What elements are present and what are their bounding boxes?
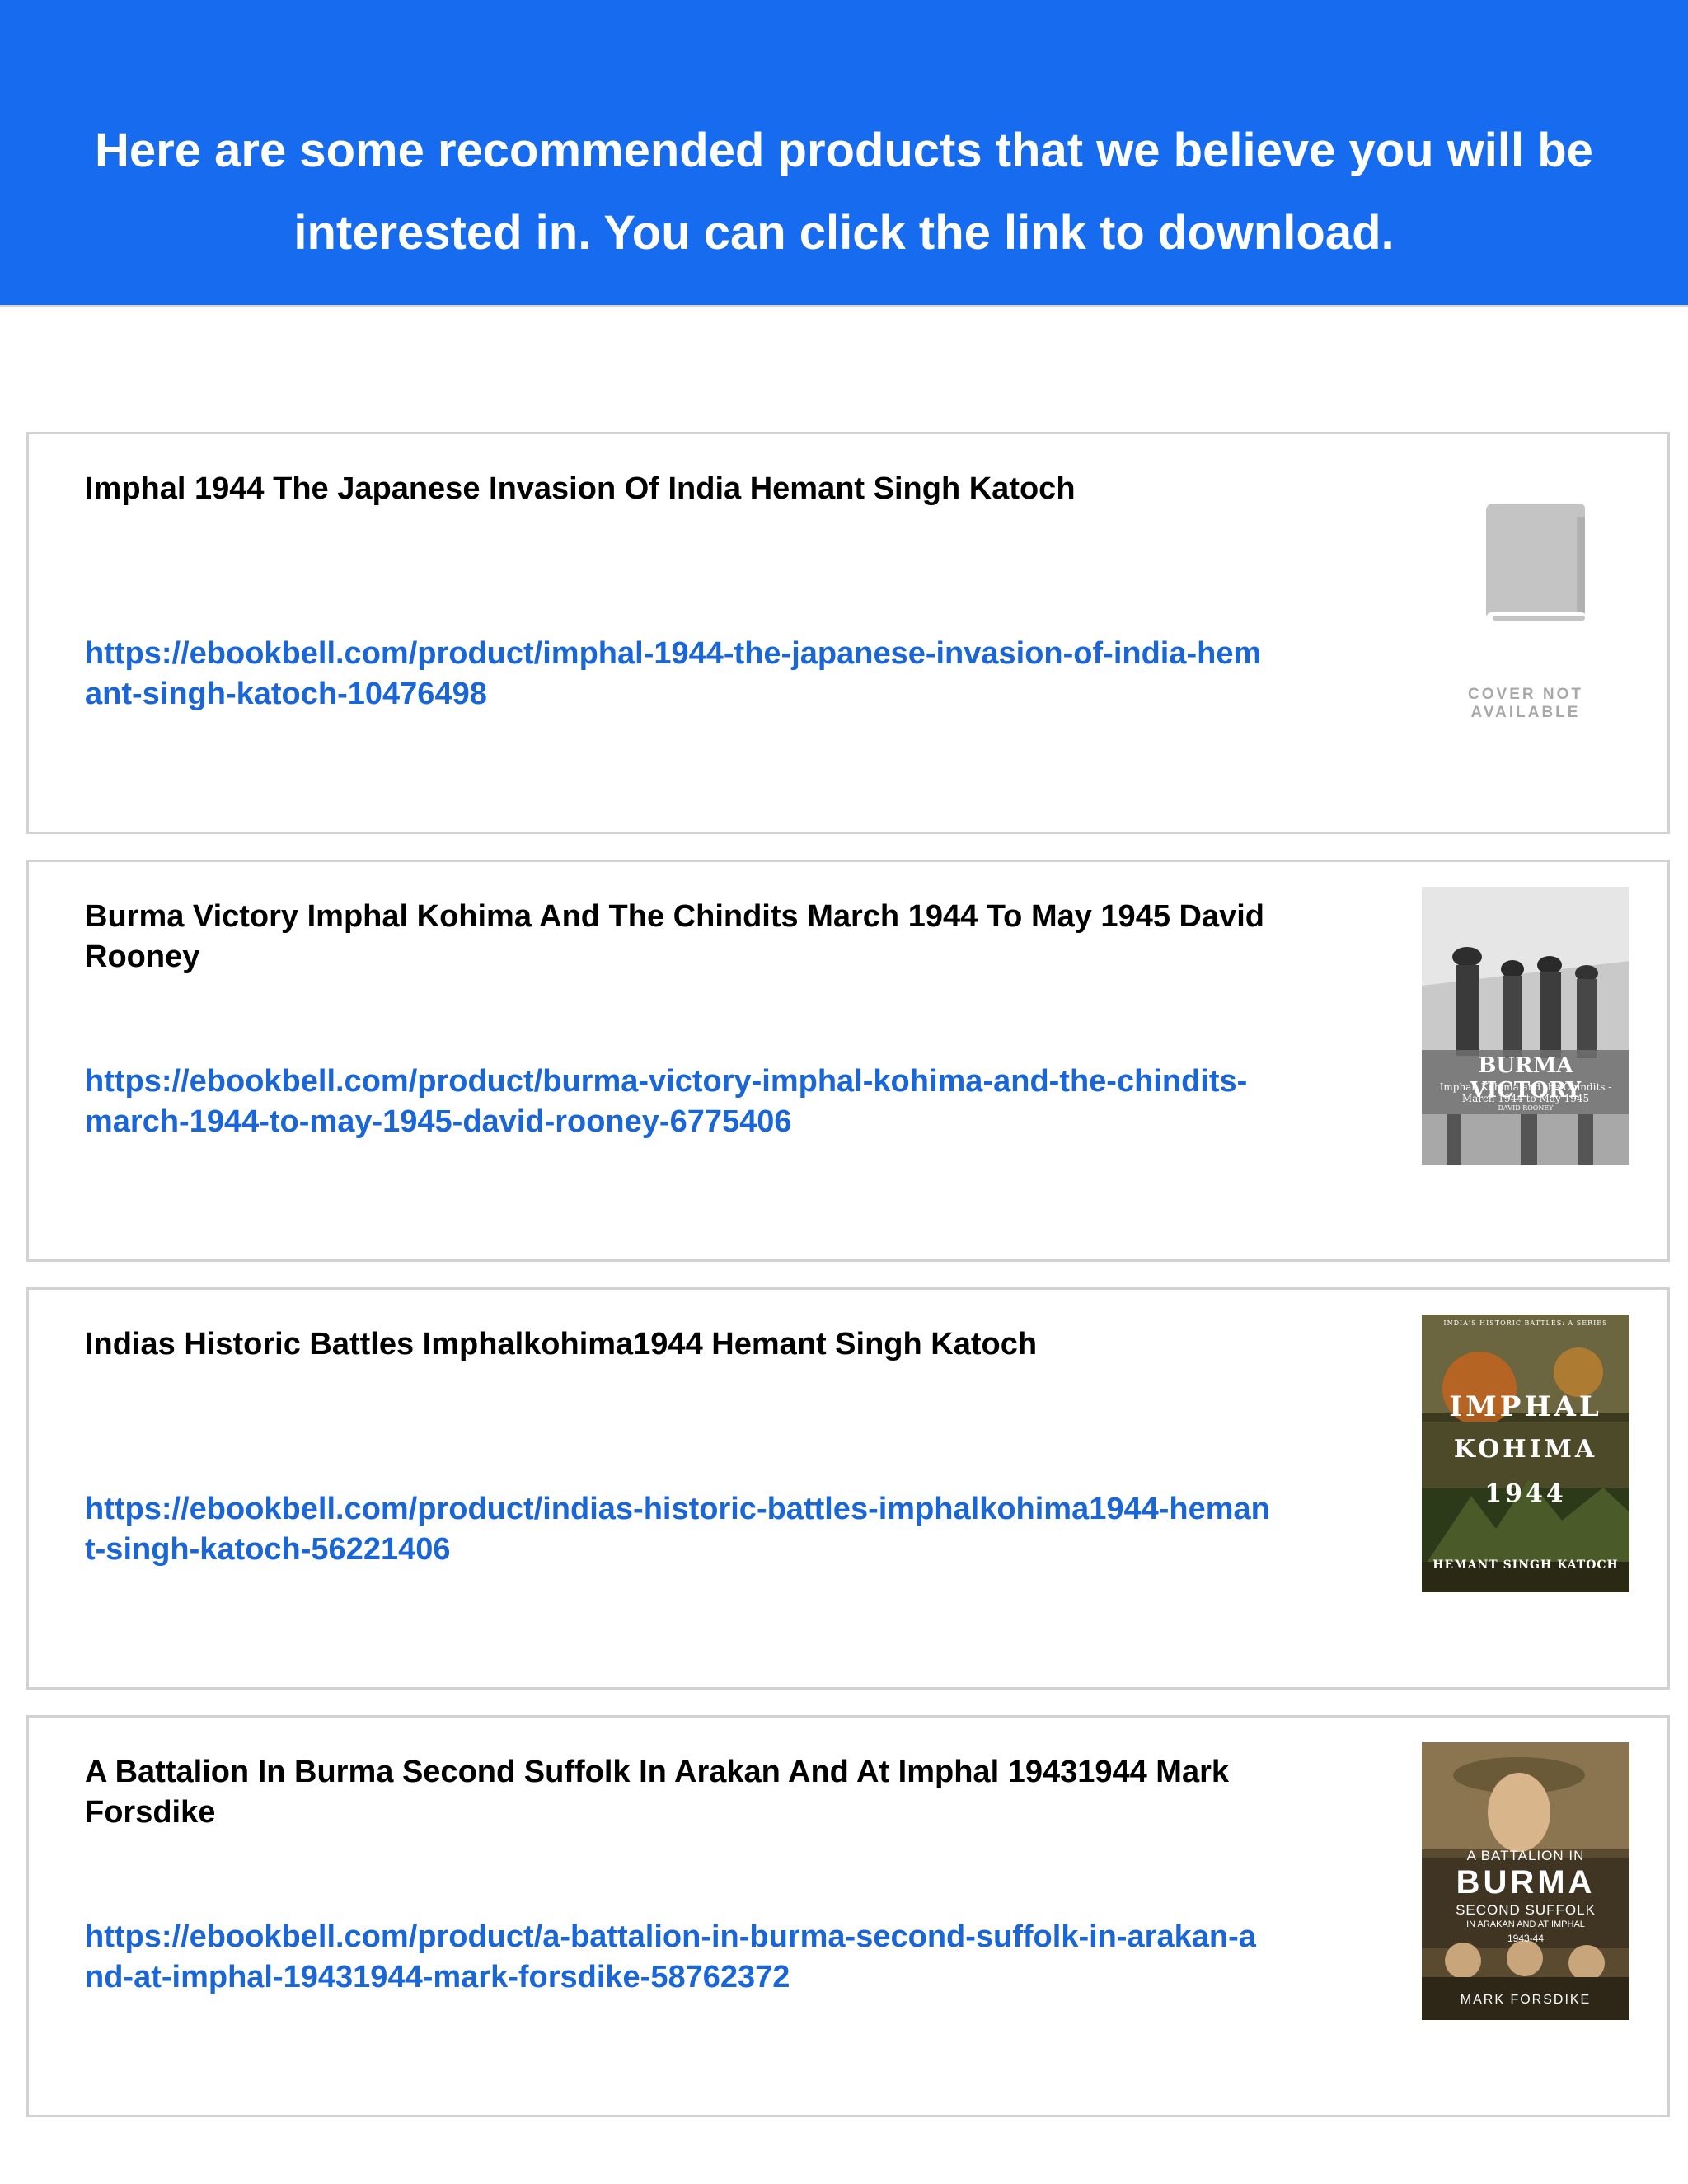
cover-subtitle: Imphal, Kohima and the Chindits - March …: [1439, 1081, 1612, 1104]
product-download-link[interactable]: https://ebookbell.com/product/indias-his…: [85, 1489, 1272, 1570]
product-card: Burma Victory Imphal Kohima And The Chin…: [26, 860, 1670, 1262]
cover-series: INDIA'S HISTORIC BATTLES: A SERIES: [1443, 1319, 1608, 1327]
cover-title-line1: IMPHAL: [1449, 1390, 1602, 1423]
product-card: Indias Historic Battles Imphalkohima1944…: [26, 1287, 1670, 1690]
cover-title-line3: SECOND SUFFOLK: [1456, 1902, 1596, 1918]
cover-title-line5: 1943-44: [1507, 1933, 1545, 1944]
book-icon: [1486, 504, 1587, 624]
book-cover-image[interactable]: BURMA VICTORY Imphal, Kohima and the Chi…: [1422, 887, 1629, 1165]
product-title: Imphal 1944 The Japanese Invasion Of Ind…: [85, 471, 1076, 506]
cover-title-line3: 1944: [1484, 1479, 1567, 1508]
cover-title-line4: IN ARAKAN AND AT IMPHAL: [1466, 1919, 1585, 1929]
product-title: Burma Victory Imphal Kohima And The Chin…: [85, 899, 1264, 974]
cover-author: HEMANT SINGH KATOCH: [1432, 1558, 1619, 1572]
cover-author: MARK FORSDIKE: [1460, 1993, 1592, 2007]
header-message: Here are some recommended products that …: [95, 124, 1593, 260]
book-cover-image[interactable]: INDIA'S HISTORIC BATTLES: A SERIES IMPHA…: [1422, 1315, 1629, 1592]
product-download-link[interactable]: https://ebookbell.com/product/burma-vict…: [85, 1062, 1272, 1142]
product-title: A Battalion In Burma Second Suffolk In A…: [85, 1755, 1230, 1830]
cover-title-line1: A BATTALION IN: [1466, 1848, 1585, 1863]
cover-soldiers-illustration: [1422, 887, 1629, 1165]
book-cover-image[interactable]: A BATTALION IN BURMA SECOND SUFFOLK IN A…: [1422, 1742, 1629, 2020]
cover-author: DAVID ROONEY: [1498, 1104, 1554, 1112]
recommendation-header: Here are some recommended products that …: [0, 0, 1688, 307]
cover-not-available: COVER NOT AVAILABLE: [1422, 500, 1629, 721]
cover-not-available-label: COVER NOT AVAILABLE: [1468, 686, 1583, 721]
product-card: A Battalion In Burma Second Suffolk In A…: [26, 1715, 1670, 2117]
product-card: Imphal 1944 The Japanese Invasion Of Ind…: [26, 432, 1670, 834]
product-download-link[interactable]: https://ebookbell.com/product/a-battalio…: [85, 1917, 1272, 1998]
product-download-link[interactable]: https://ebookbell.com/product/imphal-194…: [85, 634, 1272, 715]
product-title: Indias Historic Battles Imphalkohima1944…: [85, 1327, 1038, 1361]
cover-title-line2: KOHIMA: [1453, 1435, 1598, 1464]
cover-title-line2: BURMA: [1456, 1864, 1596, 1900]
